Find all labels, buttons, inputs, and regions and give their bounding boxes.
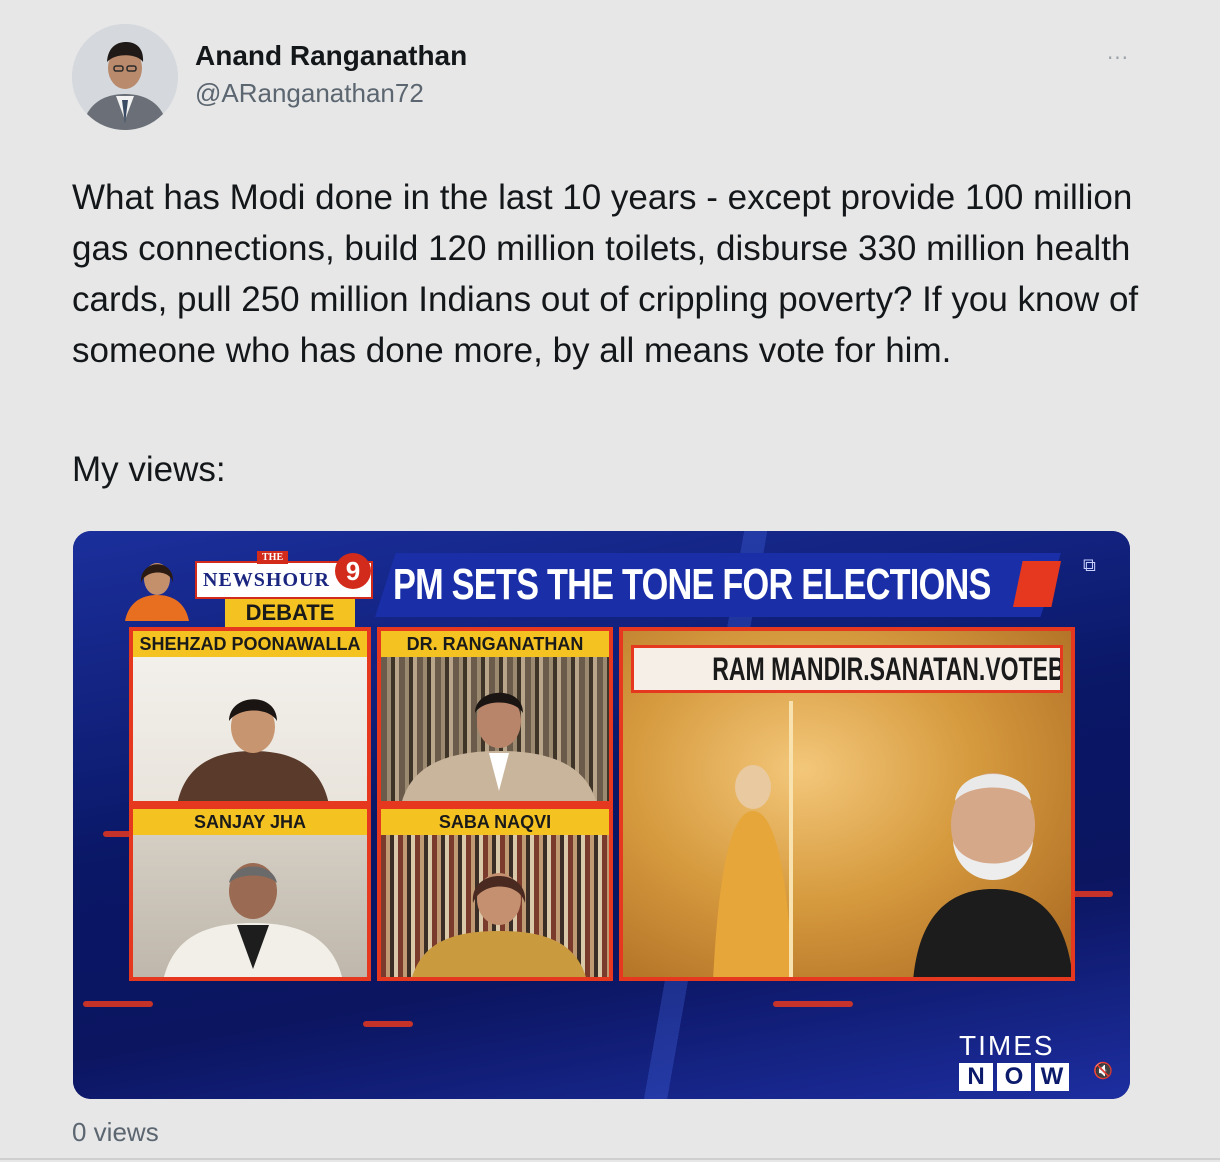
mute-icon[interactable]: 🔇 xyxy=(1091,1059,1115,1083)
tweet-subtext: My views: xyxy=(72,450,226,489)
guest-figure xyxy=(178,699,328,801)
guest-panel: DR. RANGANATHAN xyxy=(377,627,613,805)
channel-now-letter: O xyxy=(997,1063,1031,1091)
guest-label: SANJAY JHA xyxy=(133,809,367,835)
channel-now-letter: N xyxy=(959,1063,993,1091)
guest-panel: SANJAY JHA xyxy=(129,805,371,981)
show-logo-sub: DEBATE xyxy=(225,599,355,627)
tweet-text: What has Modi done in the last 10 years … xyxy=(72,178,1139,370)
guest-label: SHEHZAD POONAWALLA xyxy=(133,631,367,657)
guest-label: DR. RANGANATHAN xyxy=(381,631,609,657)
guest-figure xyxy=(164,863,342,977)
channel-now: N O W xyxy=(959,1063,1069,1091)
show-logo: NEWSHOUR THE 9 DEBATE xyxy=(195,551,373,627)
more-options-icon[interactable]: ··· xyxy=(1098,46,1138,70)
guest-figure xyxy=(402,692,596,801)
author-display-name[interactable]: Anand Ranganathan xyxy=(195,40,467,72)
anchor-image xyxy=(121,549,193,621)
avatar[interactable] xyxy=(72,24,178,130)
feature-figure xyxy=(713,701,793,977)
divider xyxy=(0,1158,1220,1160)
channel-logo: TIMES N O W xyxy=(959,1031,1107,1095)
decor-stripe xyxy=(773,1001,853,1007)
video-player[interactable]: NEWSHOUR THE 9 DEBATE PM SETS THE TONE F… xyxy=(73,531,1130,1099)
decor-stripe xyxy=(363,1021,413,1027)
view-count[interactable]: 0 views xyxy=(72,1117,159,1148)
channel-times: TIMES xyxy=(959,1030,1055,1061)
channel-now-letter: W xyxy=(1035,1063,1069,1091)
guest-panel: SHEHZAD POONAWALLA xyxy=(129,627,371,805)
feature-label-text: RAM MANDIR.SANATAN.VOTEBANK xyxy=(712,651,1063,687)
guest-label: SABA NAQVI xyxy=(381,809,609,835)
guest-panel: SABA NAQVI xyxy=(377,805,613,981)
guest-figure xyxy=(412,873,586,977)
show-logo-number: 9 xyxy=(335,553,371,589)
tweet-card: Anand Ranganathan @ARanganathan72 ··· Wh… xyxy=(0,0,1220,1162)
pm-figure xyxy=(913,773,1071,977)
headline-text: PM SETS THE TONE FOR ELECTIONS xyxy=(393,560,991,609)
cast-icon[interactable]: ⧉ xyxy=(1083,555,1096,576)
feature-label: RAM MANDIR.SANATAN.VOTEBANK xyxy=(631,645,1063,693)
author-handle[interactable]: @ARanganathan72 xyxy=(195,78,424,109)
show-logo-the: THE xyxy=(257,551,289,564)
decor-stripe xyxy=(83,1001,153,1007)
